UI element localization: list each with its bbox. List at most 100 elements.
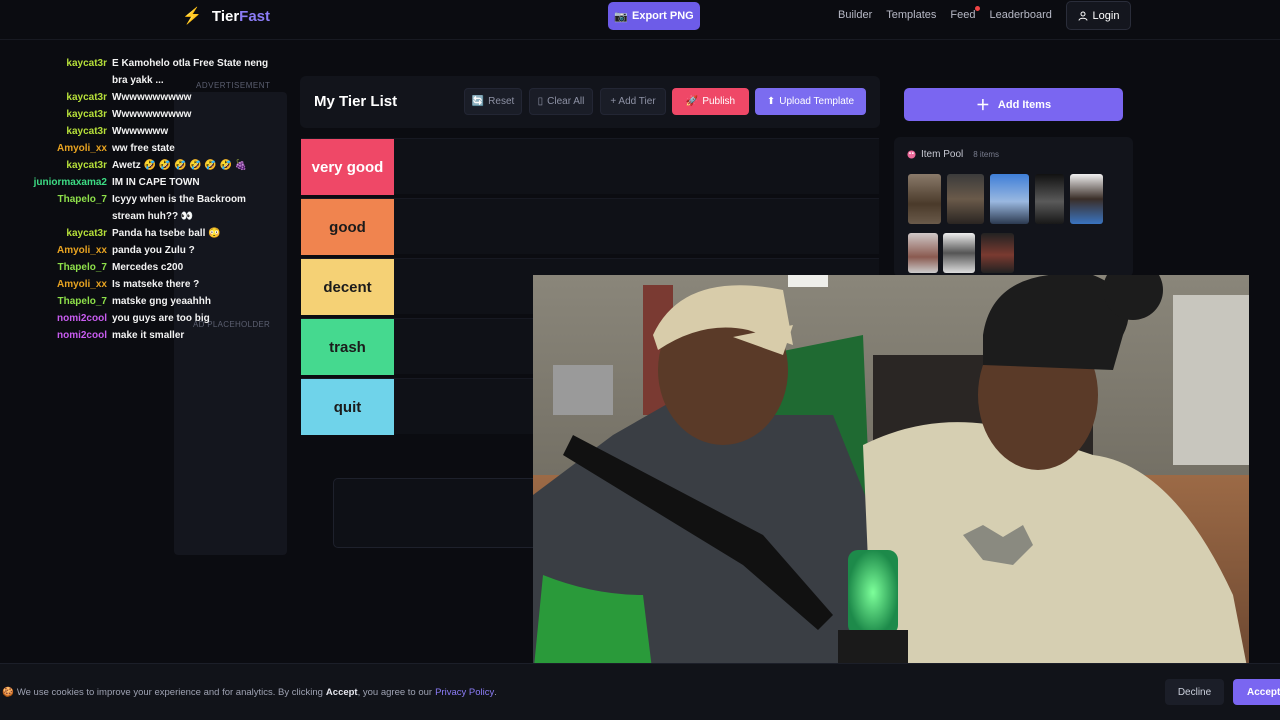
export-png-button[interactable]: 📷 Export PNG [608,2,700,30]
login-label: Login [1092,9,1120,22]
chat-message: Thapelo_7 matske gng yeaahhh [0,293,290,310]
refresh-icon: 🔄 [471,96,485,107]
nav-link-feed[interactable]: Feed [950,6,981,21]
cookie-period: . [494,687,497,698]
chat-text: Mercedes c200 [112,262,184,273]
chat-username: juniormaxama2 [33,177,107,188]
chat-text: Panda ha tsebe ball 😳 [112,228,221,239]
chat-username: Amyoli_xx [56,245,107,256]
nav-link-templates[interactable]: Templates [886,9,936,21]
chat-text: Wwwwwwwwww [112,92,192,103]
pool-item-thumbnail[interactable] [981,233,1014,273]
chat-message: kaycat3r Wwwwwwwwww [0,89,290,106]
chat-username: Amyoli_xx [56,279,107,290]
chat-text: panda you Zulu ? [112,245,195,256]
nav-links: Builder Templates Feed Leaderboard [838,6,1052,21]
pool-item-thumbnail[interactable] [908,174,941,224]
upload-template-label: Upload Template [779,96,855,107]
tierlist-title: My Tier List [314,93,398,110]
chat-message: nomi2cool make it smaller [0,327,290,344]
accept-button[interactable]: Accept [1233,679,1280,705]
chat-message: nomi2cool you guys are too big [0,310,290,327]
palette-icon [907,150,916,159]
chat-username: kaycat3r [66,58,107,69]
chat-text: Is matseke there ? [112,279,200,290]
pool-item-thumbnail[interactable] [943,233,975,273]
logo-text-tier: Tier [211,7,240,25]
chat-message: Thapelo_7 Mercedes c200 [0,259,290,276]
cookie-text-after: , you agree to our [357,687,433,698]
reset-button[interactable]: 🔄 Reset [464,88,522,115]
reset-label: Reset [488,96,515,107]
chat-message: Amyoli_xx panda you Zulu ? [0,242,290,259]
nav-link-feed-label: Feed [950,9,976,21]
pool-item-thumbnail[interactable] [990,174,1029,224]
login-button[interactable]: Login [1066,1,1131,30]
chat-message: Amyoli_xx ww free state [0,140,290,157]
rocket-icon: 🚀 [685,96,699,107]
stream-chat: kaycat3r E Kamohelo otla Free State neng … [0,55,290,344]
clear-all-button[interactable]: ▯ Clear All [529,88,593,115]
chat-message: kaycat3r Awetz 🤣 🤣 🤣 🤣 🤣 🤣 🍇 [0,157,290,174]
chat-message: kaycat3r E Kamohelo otla Free State neng … [0,55,290,89]
add-items-button[interactable]: ＋ Add Items [904,88,1123,121]
trash-icon: ▯ [537,96,544,107]
add-tier-label: + Add Tier [610,96,656,107]
logo-text-fast: Fast [239,7,271,25]
chat-username: kaycat3r [66,109,107,120]
chat-text: Icyyy when is the Backroom stream huh?? … [112,194,246,222]
nav-link-builder[interactable]: Builder [838,9,872,21]
clear-all-label: Clear All [547,96,585,107]
chat-text: Wwwwwww [112,126,169,137]
user-icon [1078,11,1088,21]
chat-message: kaycat3r Wwwwwww [0,123,290,140]
camera-icon: 📷 [614,10,628,23]
chat-username: Amyoli_xx [56,143,107,154]
pool-item-thumbnail[interactable] [1070,174,1103,224]
add-tier-button[interactable]: + Add Tier [600,88,666,115]
upload-icon: ⬆ [766,96,776,107]
webcam-frame [533,275,1249,677]
chat-message: Amyoli_xx Is matseke there ? [0,276,290,293]
chat-message: kaycat3r Panda ha tsebe ball 😳 [0,225,290,242]
tier-label[interactable]: good [301,199,394,255]
tier-label[interactable]: trash [301,319,394,375]
tier-row[interactable]: good [301,198,879,255]
pool-item-thumbnail[interactable] [947,174,984,224]
pool-item-thumbnail[interactable] [908,233,938,273]
chat-username: Thapelo_7 [57,194,107,205]
add-items-label: Add Items [997,98,1052,111]
tier-label[interactable]: decent [301,259,394,315]
chat-message: juniormaxama2 IM IN CAPE TOWN [0,174,290,191]
tier-label[interactable]: very good [301,139,394,195]
chat-message: Thapelo_7 Icyyy when is the Backroom stre… [0,191,290,225]
publish-button[interactable]: 🚀 Publish [672,88,749,115]
tier-row[interactable]: very good [301,138,879,195]
chat-text: make it smaller [112,330,185,341]
notification-dot [975,6,981,11]
export-png-label: Export PNG [631,10,694,22]
chat-text: IM IN CAPE TOWN [112,177,200,188]
publish-label: Publish [702,96,736,107]
upload-template-button[interactable]: ⬆ Upload Template [755,88,866,115]
item-pool-header: Item Pool 8 items [907,149,999,160]
chat-text: Awetz 🤣 🤣 🤣 🤣 🤣 🤣 🍇 [112,160,248,171]
chat-username: Thapelo_7 [57,262,107,273]
pool-item-thumbnail[interactable] [1035,174,1064,224]
chat-text: E Kamohelo otla Free State neng bra yakk… [112,58,269,86]
cookie-accept-word: Accept [325,687,358,698]
chat-text: matske gng yeaahhh [112,296,211,307]
decline-button[interactable]: Decline [1165,679,1224,705]
chat-username: Thapelo_7 [57,296,107,307]
chat-username: kaycat3r [66,92,107,103]
item-pool-title: Item Pool [921,149,964,160]
chat-message: kaycat3r Wwwwwwwwww [0,106,290,123]
tier-label[interactable]: quit [301,379,394,435]
item-pool-count: 8 items [973,150,1000,159]
cookie-text-before: We use cookies to improve your experienc… [16,687,323,698]
chat-username: nomi2cool [56,313,107,324]
chat-text: you guys are too big [112,313,210,324]
nav-link-leaderboard[interactable]: Leaderboard [989,9,1051,21]
privacy-policy-link[interactable]: Privacy Policy [435,687,494,698]
logo[interactable]: ⚡ TierFast [182,6,270,26]
